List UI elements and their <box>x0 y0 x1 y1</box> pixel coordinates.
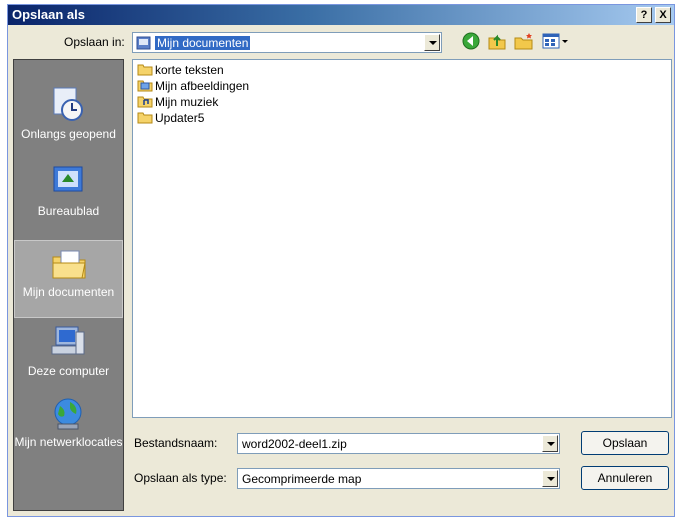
my-computer-icon <box>51 326 85 355</box>
up-folder-icon[interactable] <box>486 30 508 52</box>
desktop-icon <box>53 166 83 192</box>
file-name: Mijn afbeeldingen <box>155 79 250 93</box>
filetype-dropdown-arrow[interactable] <box>542 470 558 487</box>
filename-value: word2002-deel1.zip <box>242 437 347 451</box>
filetype-value: Gecomprimeerde map <box>242 472 362 486</box>
place-label: Onlangs geopend <box>21 127 116 141</box>
folder-icon <box>137 64 153 76</box>
view-menu-icon[interactable] <box>541 30 573 52</box>
music-folder-icon <box>137 96 153 108</box>
place-label: Deze computer <box>27 364 110 378</box>
places-bar: Onlangs geopend Bureaublad Mijn document… <box>13 59 124 511</box>
title-bar[interactable]: Opslaan als ? X <box>8 5 674 25</box>
pictures-folder-icon <box>137 80 153 92</box>
recent-documents-icon <box>53 87 83 121</box>
file-name: korte teksten <box>155 63 224 77</box>
cancel-button[interactable]: Annuleren <box>581 466 669 490</box>
place-label: Mijn netwerklocaties <box>14 435 123 449</box>
place-label: Mijn documenten <box>22 285 115 299</box>
my-documents-icon <box>136 36 151 50</box>
save-as-dialog: Opslaan als ? X Opslaan in: Mijn documen… <box>7 4 675 517</box>
dialog-title: Opslaan als <box>12 7 85 22</box>
my-documents-folder-icon <box>52 250 86 279</box>
help-button[interactable]: ? <box>636 7 652 23</box>
place-network[interactable]: Mijn netwerklocaties <box>14 390 123 470</box>
filename-dropdown-arrow[interactable] <box>542 435 558 452</box>
save-in-combobox[interactable]: Mijn documenten <box>132 32 442 53</box>
folder-icon <box>137 112 153 124</box>
save-in-value: Mijn documenten <box>155 36 251 50</box>
filename-combobox[interactable]: word2002-deel1.zip <box>237 433 560 454</box>
file-name: Mijn muziek <box>155 95 219 109</box>
filename-label: Bestandsnaam: <box>134 436 218 450</box>
save-in-label: Opslaan in: <box>64 35 125 49</box>
place-my-documents[interactable]: Mijn documenten <box>14 240 123 318</box>
place-desktop[interactable]: Bureaublad <box>14 160 123 220</box>
file-list[interactable]: korte teksten Mijn afbeeldingen Mijn muz… <box>132 59 672 418</box>
save-button[interactable]: Opslaan <box>581 431 669 455</box>
new-folder-icon[interactable] <box>513 30 535 52</box>
place-label: Bureaublad <box>37 204 100 218</box>
close-button[interactable]: X <box>655 7 671 23</box>
back-icon[interactable] <box>460 30 482 52</box>
place-my-computer[interactable]: Deze computer <box>14 320 123 380</box>
place-recent[interactable]: Onlangs geopend <box>14 60 123 160</box>
filetype-combobox[interactable]: Gecomprimeerde map <box>237 468 560 489</box>
filetype-label: Opslaan als type: <box>134 471 227 485</box>
file-name: Updater5 <box>155 111 205 125</box>
network-places-icon <box>54 398 82 430</box>
save-in-dropdown-arrow[interactable] <box>424 34 440 51</box>
